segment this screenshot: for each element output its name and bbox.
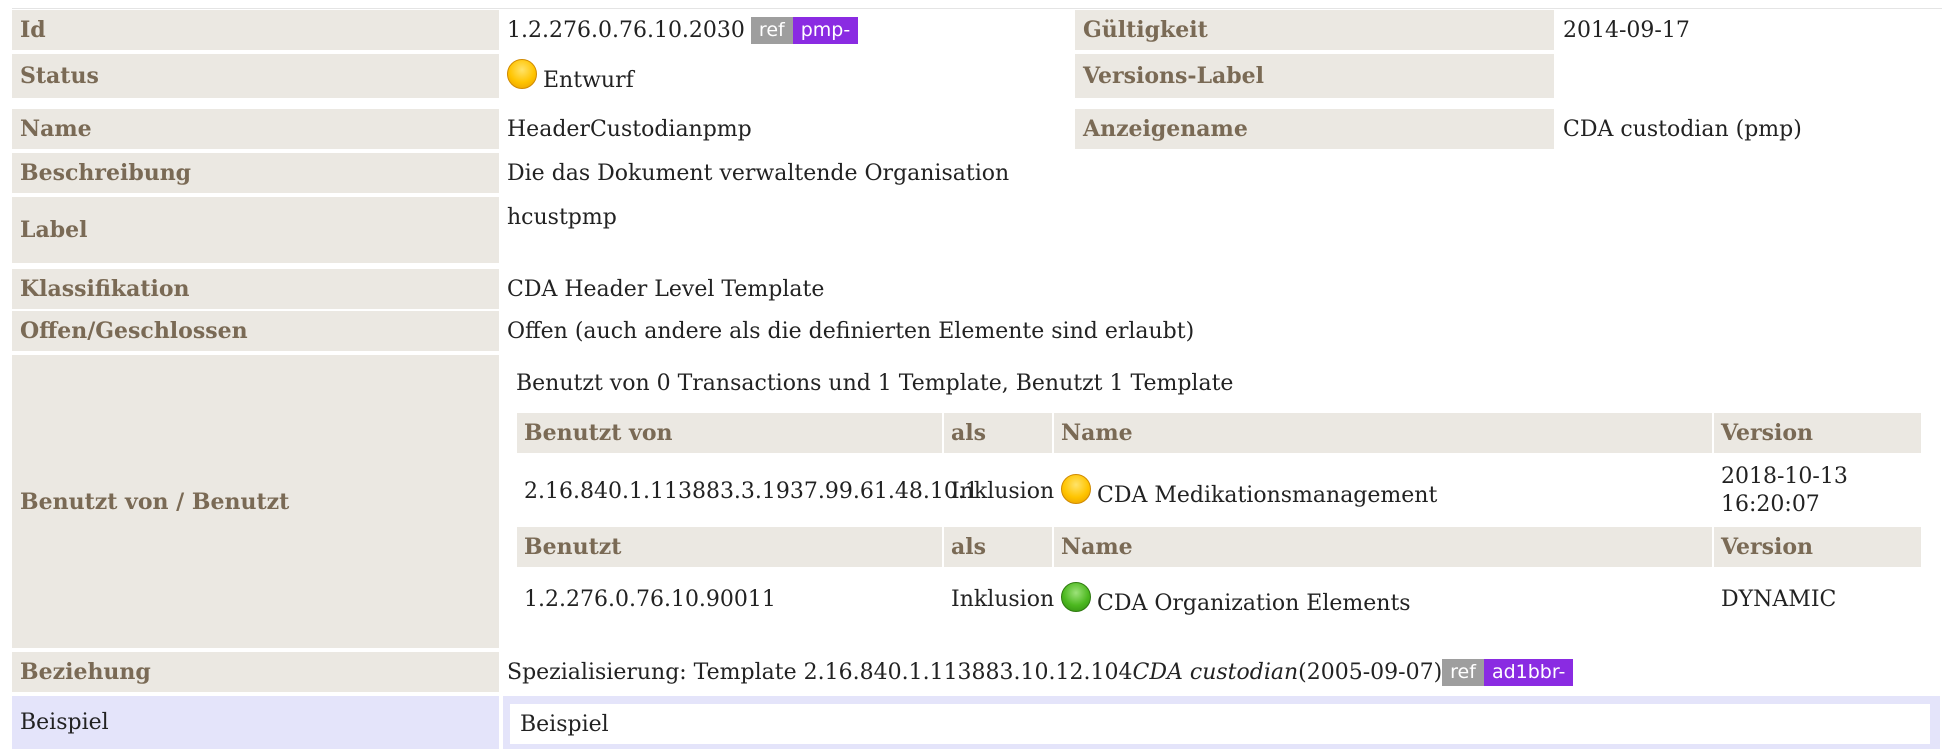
- klassifikation-value: CDA Header Level Template: [507, 276, 825, 302]
- name-value: HeaderCustodianpmp: [507, 116, 752, 142]
- beziehung-value-cell: Spezialisierung: Template 2.16.840.1.113…: [499, 652, 1935, 692]
- offen-value: Offen (auch andere als die definierten E…: [507, 318, 1195, 344]
- status-draft-icon: [507, 59, 537, 89]
- beziehung-template-name[interactable]: CDA custodian: [1133, 660, 1299, 685]
- template-detail-page: Id 1.2.276.0.76.10.2030 ref pmp- Gültigke…: [0, 0, 1942, 749]
- used-by-row-id[interactable]: 2.16.840.1.113883.3.1937.99.61.48.10.1: [517, 463, 979, 519]
- beispiel-label: Beispiel: [12, 696, 499, 749]
- ref-badge[interactable]: ref: [750, 16, 793, 44]
- versions-label-value: [1555, 54, 1935, 98]
- gueltigkeit-value: 2014-09-17: [1563, 17, 1690, 43]
- anzeigename-value: CDA custodian (pmp): [1563, 116, 1802, 142]
- beschreibung-value: Die das Dokument verwaltende Organisatio…: [507, 160, 1010, 186]
- top-divider: [12, 8, 1942, 9]
- used-by-header-als: als: [944, 413, 1052, 453]
- beispiel-value: Beispiel: [510, 704, 1930, 744]
- beziehung-prefix-badge: ad1bbr-: [1483, 658, 1574, 686]
- uses-row-als: Inklusion: [951, 586, 1055, 612]
- label-value: hcustpmp: [507, 204, 617, 230]
- benutzt-label: Benutzt von / Benutzt: [12, 355, 499, 648]
- id-label: Id: [12, 10, 499, 50]
- used-by-row-version-cell: 2018-10-13 16:20:07: [1714, 460, 1921, 522]
- uses-header-id: Benutzt: [517, 527, 942, 567]
- name-label: Name: [12, 109, 499, 149]
- used-by-row-als: Inklusion: [951, 478, 1055, 504]
- used-by-row-version-date: 2018-10-13: [1721, 464, 1848, 489]
- anzeigename-label: Anzeigename: [1075, 109, 1554, 149]
- status-value-cell: Entwurf: [499, 54, 1074, 98]
- used-by-row-name: CDA Medikationsmanagement: [1097, 482, 1438, 508]
- offen-label: Offen/Geschlossen: [12, 311, 499, 351]
- beziehung-ref-badge[interactable]: ref: [1442, 658, 1484, 686]
- uses-header-name: Name: [1054, 527, 1712, 567]
- prefix-badge: pmp-: [792, 16, 859, 44]
- id-value: 1.2.276.0.76.10.2030: [507, 17, 745, 43]
- uses-row-name-cell[interactable]: CDA Organization Elements: [1054, 572, 1712, 626]
- uses-row-id[interactable]: 1.2.276.0.76.10.90011: [517, 572, 942, 626]
- uses-row-name: CDA Organization Elements: [1097, 590, 1411, 616]
- used-by-header-name: Name: [1054, 413, 1712, 453]
- status-value: Entwurf: [543, 67, 634, 93]
- beschreibung-label: Beschreibung: [12, 153, 499, 193]
- active-status-icon: [1061, 582, 1091, 612]
- klassifikation-label: Klassifikation: [12, 269, 499, 309]
- beziehung-prefix-text: Spezialisierung: Template 2.16.840.1.113…: [507, 659, 1133, 685]
- versions-label-label: Versions-Label: [1075, 54, 1554, 98]
- status-label: Status: [12, 54, 499, 98]
- draft-status-icon: [1061, 474, 1091, 504]
- beziehung-label: Beziehung: [12, 652, 499, 692]
- used-by-header-version: Version: [1714, 413, 1921, 453]
- uses-header-version: Version: [1714, 527, 1921, 567]
- used-by-header-id: Benutzt von: [517, 413, 942, 453]
- id-value-cell: 1.2.276.0.76.10.2030 ref pmp-: [499, 10, 1074, 50]
- uses-header-als: als: [944, 527, 1052, 567]
- used-by-row-name-cell[interactable]: CDA Medikationsmanagement: [1054, 463, 1712, 519]
- label-label: Label: [12, 197, 499, 263]
- gueltigkeit-label: Gültigkeit: [1075, 10, 1554, 50]
- beziehung-date: (2005-09-07): [1298, 659, 1443, 685]
- benutzt-summary: Benutzt von 0 Transactions und 1 Templat…: [516, 370, 1234, 396]
- uses-row-version: DYNAMIC: [1721, 586, 1837, 612]
- used-by-row-version-time: 16:20:07: [1721, 492, 1820, 517]
